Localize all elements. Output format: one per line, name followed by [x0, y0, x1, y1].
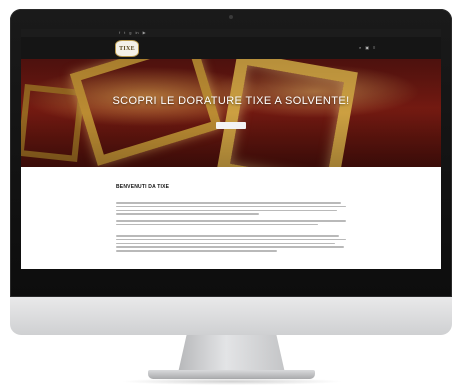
linkedin-icon[interactable]: in [135, 30, 138, 36]
google-plus-icon[interactable]: g [129, 30, 131, 36]
hero-banner: SCOPRI LE DORATURE TIXE A SOLVENTE! [21, 59, 441, 167]
navbar: TIXE ⌕ ▣ ≡ [21, 37, 441, 59]
cart-icon[interactable]: ▣ [365, 45, 369, 50]
monitor-screen: f t g in ▶ TIXE ⌕ ▣ ≡ SCOPRI LE DORATURE… [21, 29, 441, 269]
youtube-icon[interactable]: ▶ [143, 30, 146, 36]
site-logo[interactable]: TIXE [115, 40, 139, 57]
hero-overlay [21, 59, 441, 167]
twitter-icon[interactable]: t [124, 30, 125, 36]
menu-icon[interactable]: ≡ [373, 45, 375, 50]
social-links: f t g in ▶ [119, 30, 146, 36]
paragraph-2 [116, 220, 346, 228]
facebook-icon[interactable]: f [119, 30, 120, 36]
search-icon[interactable]: ⌕ [359, 45, 361, 50]
hero-title: SCOPRI LE DORATURE TIXE A SOLVENTE! [112, 95, 350, 107]
logo-text: TIXE [119, 45, 135, 52]
welcome-section: BENVENUTI DA TIXE [21, 167, 441, 269]
monitor-chin [10, 297, 452, 335]
stand-shadow [120, 378, 343, 385]
monitor-stand [178, 335, 285, 373]
paragraph-3 [116, 235, 346, 254]
webcam [229, 15, 233, 19]
topbar: f t g in ▶ [21, 29, 441, 37]
welcome-title: BENVENUTI DA TIXE [116, 184, 170, 190]
hero-button[interactable] [216, 122, 246, 129]
paragraph-1 [116, 202, 346, 217]
nav-icons: ⌕ ▣ ≡ [359, 45, 375, 50]
